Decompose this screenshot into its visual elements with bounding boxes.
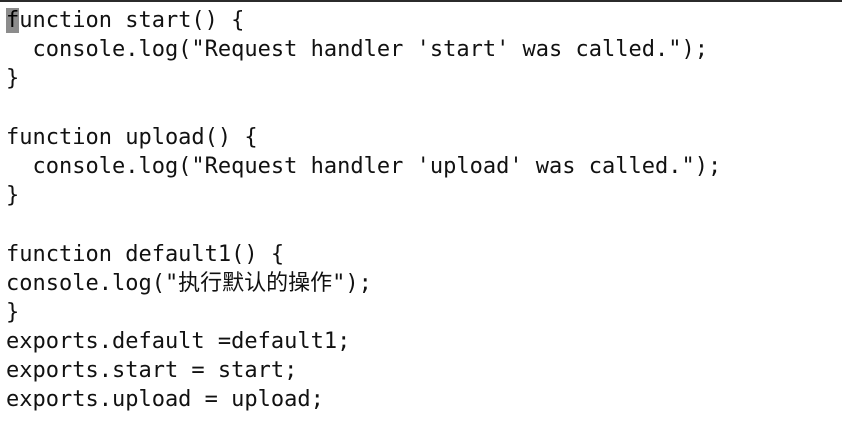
code-line[interactable]: } <box>6 64 842 93</box>
code-line[interactable]: } <box>6 298 842 327</box>
text-cursor: f <box>6 8 20 33</box>
code-line[interactable]: console.log("执行默认的操作"); <box>6 269 842 298</box>
code-line[interactable] <box>6 210 842 239</box>
code-line-text: unction start() { <box>19 8 245 33</box>
code-line[interactable]: } <box>6 181 842 210</box>
code-editor[interactable]: function start() { console.log("Request … <box>0 0 842 425</box>
code-line[interactable]: console.log("Request handler 'upload' wa… <box>6 152 842 181</box>
code-line[interactable]: exports.start = start; <box>6 356 842 385</box>
code-line[interactable]: function start() { <box>6 6 842 35</box>
code-line[interactable]: console.log("Request handler 'start' was… <box>6 35 842 64</box>
code-line[interactable]: function default1() { <box>6 240 842 269</box>
code-line[interactable] <box>6 94 842 123</box>
code-line[interactable]: exports.default =default1; <box>6 327 842 356</box>
code-line[interactable]: exports.upload = upload; <box>6 385 842 414</box>
code-line[interactable]: function upload() { <box>6 123 842 152</box>
